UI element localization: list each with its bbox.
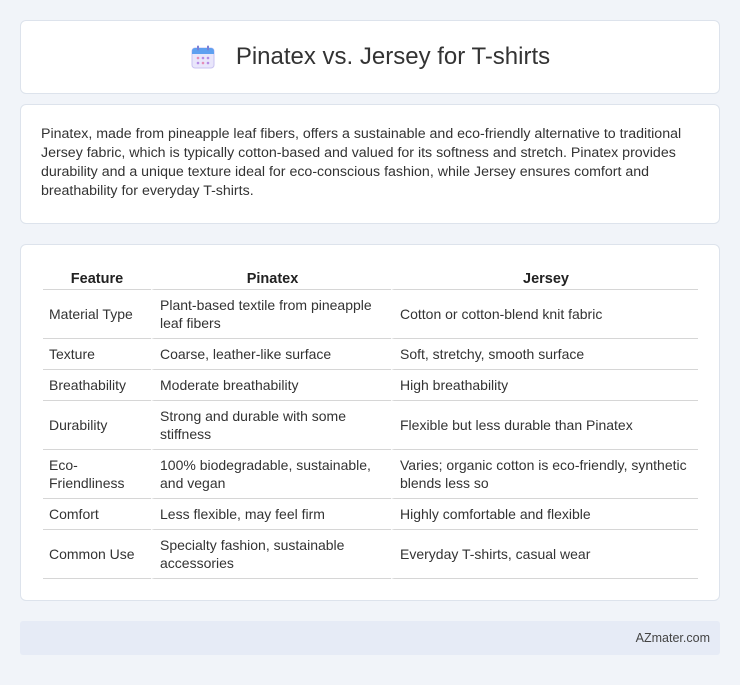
table-row: Eco-Friendliness 100% biodegradable, sus… xyxy=(43,450,698,499)
feature-cell: Material Type xyxy=(43,290,151,339)
footer: AZmater.com xyxy=(20,621,720,655)
comparison-table: Feature Pinatex Jersey Material Type Pla… xyxy=(43,264,698,579)
footer-site-link[interactable]: AZmater.com xyxy=(636,631,710,645)
header-feature: Feature xyxy=(43,264,151,290)
table-row: Durability Strong and durable with some … xyxy=(43,401,698,450)
feature-cell: Durability xyxy=(43,401,151,450)
table-row: Breathability Moderate breathability Hig… xyxy=(43,370,698,401)
title-card: Pinatex vs. Jersey for T-shirts xyxy=(20,20,720,94)
feature-cell: Breathability xyxy=(43,370,151,401)
header-jersey: Jersey xyxy=(391,264,698,290)
jersey-cell: Cotton or cotton-blend knit fabric xyxy=(391,290,698,339)
pinatex-cell: Less flexible, may feel firm xyxy=(151,499,391,530)
feature-cell: Comfort xyxy=(43,499,151,530)
table-row: Common Use Specialty fashion, sustainabl… xyxy=(43,530,698,579)
comparison-card: Feature Pinatex Jersey Material Type Pla… xyxy=(20,244,720,601)
intro-card: Pinatex, made from pineapple leaf fibers… xyxy=(20,104,720,224)
pinatex-cell: Moderate breathability xyxy=(151,370,391,401)
jersey-cell: Everyday T-shirts, casual wear xyxy=(391,530,698,579)
title-wrap: Pinatex vs. Jersey for T-shirts xyxy=(190,43,550,71)
table-row: Material Type Plant-based textile from p… xyxy=(43,290,698,339)
feature-cell: Common Use xyxy=(43,530,151,579)
table-header-row: Feature Pinatex Jersey xyxy=(43,264,698,290)
table-row: Texture Coarse, leather-like surface Sof… xyxy=(43,339,698,370)
feature-cell: Eco-Friendliness xyxy=(43,450,151,499)
header-pinatex: Pinatex xyxy=(151,264,391,290)
table-row: Comfort Less flexible, may feel firm Hig… xyxy=(43,499,698,530)
page-title: Pinatex vs. Jersey for T-shirts xyxy=(235,43,551,70)
pinatex-cell: Coarse, leather-like surface xyxy=(151,339,391,370)
jersey-cell: High breathability xyxy=(391,370,698,401)
pinatex-cell: Strong and durable with some stiffness xyxy=(151,401,391,450)
jersey-cell: Highly comfortable and flexible xyxy=(391,499,698,530)
jersey-cell: Varies; organic cotton is eco-friendly, … xyxy=(391,450,698,499)
jersey-cell: Soft, stretchy, smooth surface xyxy=(391,339,698,370)
jersey-cell: Flexible but less durable than Pinatex xyxy=(391,401,698,450)
feature-cell: Texture xyxy=(43,339,151,370)
intro-paragraph: Pinatex, made from pineapple leaf fibers… xyxy=(41,126,682,199)
pinatex-cell: Plant-based textile from pineapple leaf … xyxy=(151,290,391,339)
pinatex-cell: 100% biodegradable, sustainable, and veg… xyxy=(151,450,391,499)
pinatex-cell: Specialty fashion, sustainable accessori… xyxy=(151,530,391,579)
calendar-icon xyxy=(191,45,215,69)
